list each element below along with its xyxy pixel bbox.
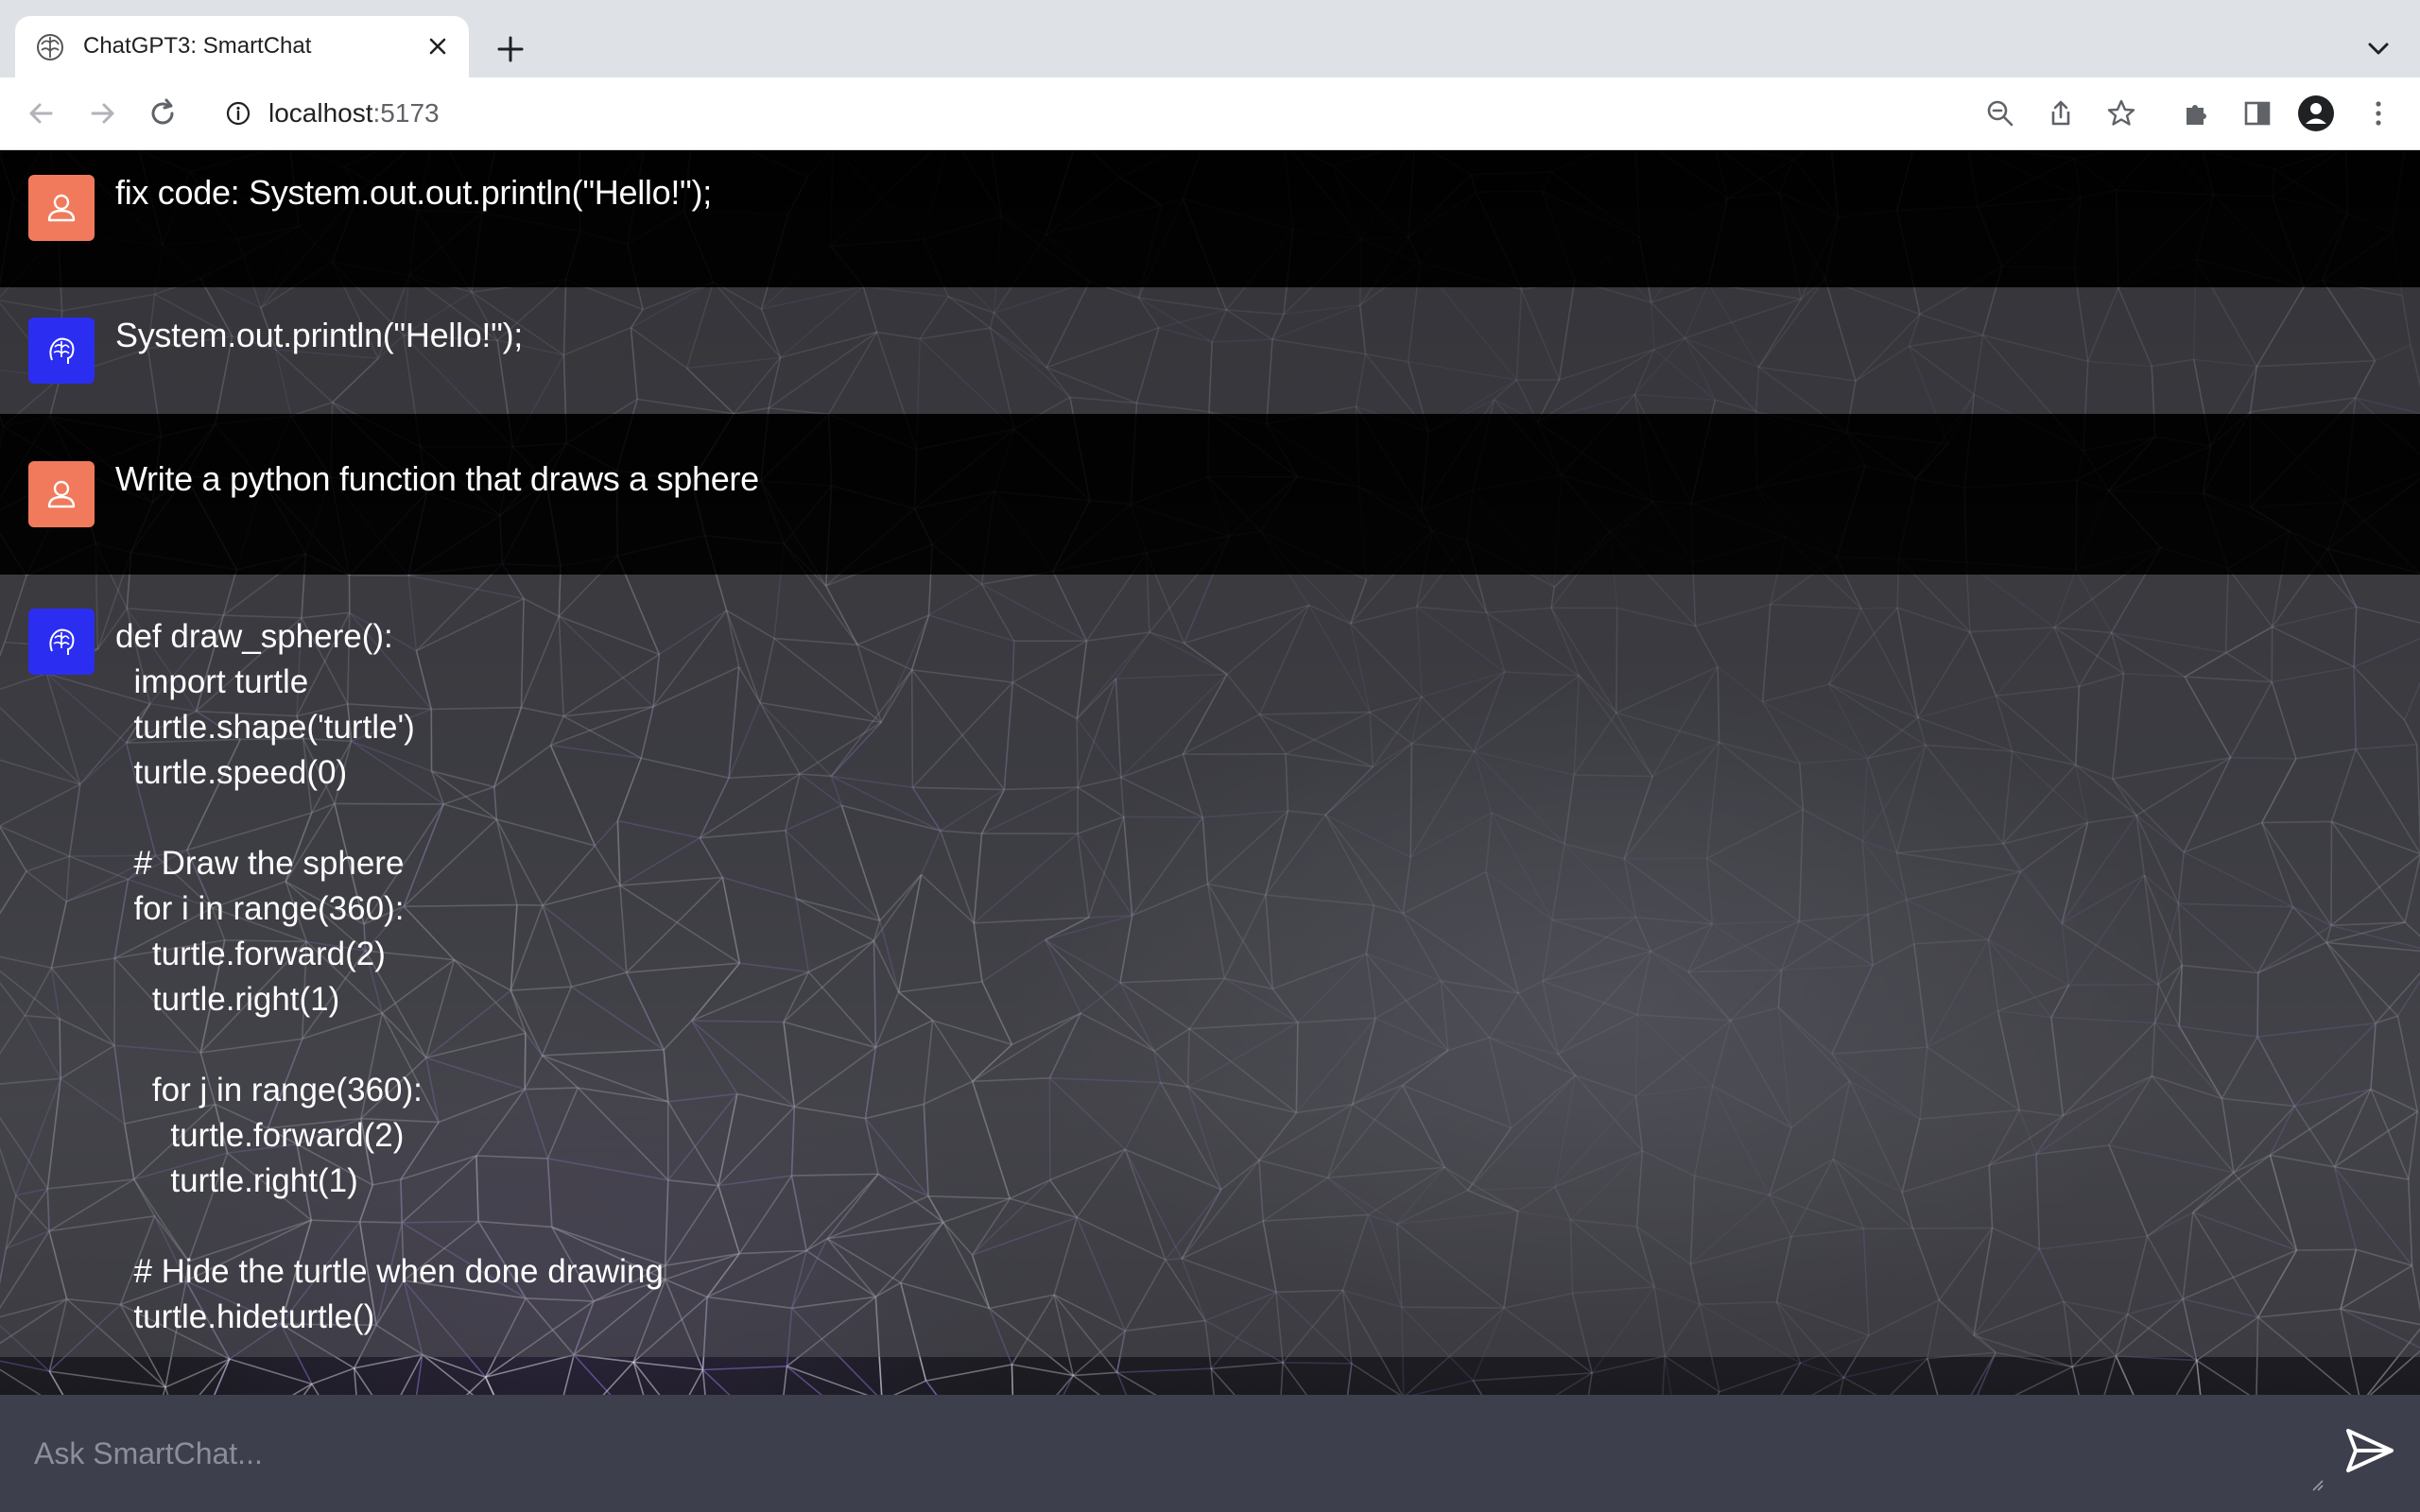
side-panel-icon[interactable] xyxy=(2238,94,2276,132)
tab-title: ChatGPT3: SmartChat xyxy=(83,33,312,59)
chevron-down-icon[interactable] xyxy=(2360,30,2397,68)
code-line: turtle.hideturtle() xyxy=(115,1298,375,1335)
chat-message-user: fix code: System.out.out.println("Hello!… xyxy=(0,150,2420,287)
chat-app: fix code: System.out.out.println("Hello!… xyxy=(0,150,2420,1512)
info-icon[interactable] xyxy=(225,100,251,127)
url-text: localhost:5173 xyxy=(268,98,440,129)
url-host: localhost xyxy=(268,98,373,128)
message-text: System.out.println("Hello!"); xyxy=(115,316,523,354)
address-bar[interactable]: localhost:5173 xyxy=(214,87,1972,140)
forward-arrow-icon[interactable] xyxy=(83,94,121,132)
browser-tab[interactable]: ChatGPT3: SmartChat xyxy=(15,16,469,77)
composer-bar xyxy=(0,1395,2420,1512)
brain-head-icon xyxy=(49,628,75,655)
user-avatar xyxy=(28,461,95,527)
reload-icon[interactable] xyxy=(144,94,182,132)
bookmark-star-icon[interactable] xyxy=(2102,94,2140,132)
share-icon[interactable] xyxy=(2042,94,2080,132)
brain-head-icon xyxy=(49,337,75,364)
extensions-puzzle-icon[interactable] xyxy=(2178,94,2216,132)
bot-avatar xyxy=(28,318,95,384)
code-line: import turtle xyxy=(115,663,309,700)
more-menu-icon[interactable] xyxy=(2360,94,2397,132)
browser-toolbar: localhost:5173 xyxy=(0,77,2420,150)
zoom-out-icon[interactable] xyxy=(1981,94,2019,132)
user-avatar xyxy=(28,175,95,241)
profile-avatar-icon[interactable] xyxy=(2297,94,2335,132)
new-tab-icon[interactable] xyxy=(492,30,529,68)
chat-message-user: Write a python function that draws a sph… xyxy=(0,414,2420,575)
back-arrow-icon[interactable] xyxy=(23,94,60,132)
code-line: turtle.forward(2) xyxy=(115,1117,405,1154)
send-icon[interactable] xyxy=(2342,1423,2397,1478)
message-input[interactable] xyxy=(34,1395,2303,1512)
chat-message-assistant: System.out.println("Hello!"); xyxy=(0,287,2420,414)
code-line: # Hide the turtle when done drawing xyxy=(115,1253,664,1290)
message-list: fix code: System.out.out.println("Hello!… xyxy=(0,150,2420,1357)
code-line: # Draw the sphere xyxy=(115,845,405,882)
code-line: for j in range(360): xyxy=(115,1072,423,1108)
code-line: turtle.speed(0) xyxy=(115,754,348,791)
close-tab-icon[interactable] xyxy=(424,32,452,60)
code-line: turtle.forward(2) xyxy=(115,936,386,972)
code-line: turtle.right(1) xyxy=(115,1162,358,1199)
message-text: Write a python function that draws a sph… xyxy=(115,459,759,498)
code-line: def draw_sphere(): xyxy=(115,618,393,655)
textarea-resize-handle[interactable] xyxy=(2308,1476,2324,1491)
user-icon xyxy=(47,480,76,508)
message-text: fix code: System.out.out.println("Hello!… xyxy=(115,173,712,212)
bot-avatar xyxy=(28,609,95,675)
code-block: def draw_sphere(): import turtle turtle.… xyxy=(115,614,664,1340)
code-line: turtle.right(1) xyxy=(115,981,340,1018)
user-icon xyxy=(47,194,76,222)
browser-tab-strip: ChatGPT3: SmartChat xyxy=(0,0,2420,77)
chat-message-assistant: def draw_sphere(): import turtle turtle.… xyxy=(0,575,2420,1357)
code-line: for i in range(360): xyxy=(115,890,405,927)
code-line: turtle.shape('turtle') xyxy=(115,709,415,746)
brain-favicon-icon xyxy=(37,34,63,60)
url-port: :5173 xyxy=(372,98,440,128)
